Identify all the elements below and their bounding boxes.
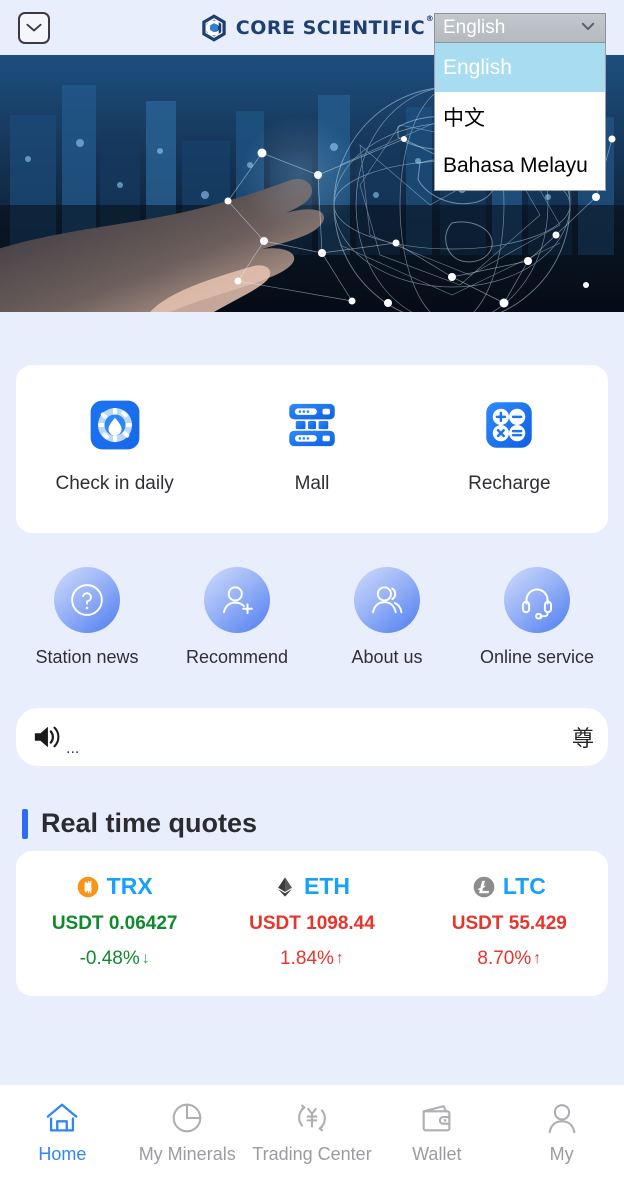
quote-symbol: TRX [106,873,153,899]
litecoin-icon [473,876,495,897]
shortcut-mall[interactable]: Mall [213,399,410,495]
quick-link-label: Online service [479,647,595,667]
quote-item-ltc[interactable]: LTC USDT 55.429 8.70% ↑ [411,873,608,970]
announcement-bar[interactable]: ... 尊 [16,708,608,766]
person-icon [548,1104,575,1134]
language-option-chinese[interactable]: 中文 [435,92,605,141]
ethereum-icon [278,876,292,897]
section-accent-bar [22,808,28,839]
users-icon [354,567,420,633]
yen-exchange-icon [298,1104,326,1132]
announcement-marquee-tail: 尊 [571,727,594,752]
language-option-list[interactable]: English 中文 Bahasa Melayu [434,43,606,191]
shortcut-card: Check in daily Mall Recharge [16,365,608,533]
quote-symbol-row: ETH [274,873,350,900]
quote-change-value: 8.70% [477,948,532,969]
quotes-section-header: Real time quotes [22,808,624,839]
quick-link-about-us[interactable]: About us [312,567,462,668]
quick-links-row: Station news Recommend About us Online s… [12,567,612,668]
quote-item-eth[interactable]: ETH USDT 1098.44 1.84% ↑ [213,873,410,970]
quote-price: USDT 1098.44 [249,913,375,934]
bitcoin-coin-icon [77,876,98,897]
nav-item-my-minerals[interactable]: My Minerals [125,1085,250,1197]
quote-symbol: LTC [502,873,546,899]
language-option-english[interactable]: English [435,43,605,92]
language-selected-value: English [443,17,506,38]
nav-label: Wallet [412,1144,462,1164]
quote-item-trx[interactable]: TRX USDT 0.06427 -0.48% ↓ [16,873,213,970]
check-in-wheel-icon [90,400,140,450]
quote-symbol: ETH [303,873,350,899]
arrow-down-icon: ↓ [141,950,150,967]
quote-price: USDT 55.429 [451,913,567,934]
announcement-text: ... [66,740,80,757]
question-mark-icon [54,567,120,633]
quick-link-label: Recommend [185,647,289,667]
quick-link-label: About us [351,647,423,667]
quote-symbol-row: TRX [77,873,153,900]
brand-name: CORE SCIENTIFIC ® [235,13,435,39]
quick-link-station-news[interactable]: Station news [12,567,162,668]
nav-label: My [549,1144,574,1164]
bottom-navigation: Home My Minerals Trading Center Wallet M… [0,1084,624,1197]
user-add-icon [204,567,270,633]
shortcut-check-in-daily[interactable]: Check in daily [16,399,213,495]
wallet-icon [422,1105,451,1132]
quick-link-label: Station news [35,647,139,667]
server-stack-icon [289,403,335,447]
arrow-up-icon: ↑ [335,950,344,967]
calculator-icon [486,402,533,448]
chevron-down-icon [579,17,597,39]
registered-mark: ® [425,13,435,23]
nav-item-my[interactable]: My [499,1085,624,1197]
quote-change-value: 1.84% [280,948,334,969]
headset-icon [504,567,570,633]
quote-symbol-row: LTC [473,873,546,900]
language-select-box[interactable]: English [434,13,606,43]
arrow-up-icon: ↑ [533,950,542,967]
quote-price: USDT 0.06427 [51,913,178,934]
quotes-card: TRX USDT 0.06427 -0.48% ↓ ETH USDT 1098.… [16,851,608,996]
nav-item-home[interactable]: Home [0,1085,125,1197]
quote-change: 1.84% ↑ [280,948,344,970]
shortcut-label: Recharge [468,473,551,494]
nav-label: Trading Center [252,1144,372,1164]
nav-item-trading-center[interactable]: Trading Center [250,1085,375,1197]
quick-link-recommend[interactable]: Recommend [162,567,312,668]
shortcut-label: Mall [294,473,330,494]
nav-item-wallet[interactable]: Wallet [374,1085,499,1197]
speaker-icon [34,726,60,748]
pie-chart-icon [172,1103,202,1133]
nav-label: My Minerals [138,1144,236,1164]
shortcut-recharge[interactable]: Recharge [411,399,608,495]
core-scientific-mark [202,13,226,42]
quote-change-value: -0.48% [79,948,140,969]
quote-change: 8.70% ↑ [477,948,541,970]
language-selector[interactable]: English English 中文 Bahasa Melayu [434,13,606,191]
home-icon [47,1103,78,1132]
quote-change: -0.48% ↓ [80,948,150,970]
quick-link-online-service[interactable]: Online service [462,567,612,668]
shortcut-label: Check in daily [55,473,174,494]
quotes-title: Real time quotes [41,808,258,838]
nav-label: Home [38,1144,87,1164]
language-option-malay[interactable]: Bahasa Melayu [435,141,605,190]
envelope-icon[interactable] [18,11,50,44]
